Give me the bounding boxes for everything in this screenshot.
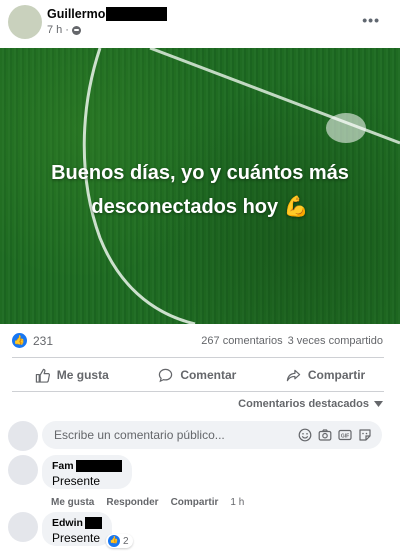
comment-actions: Me gusta Responder Compartir 1 h: [51, 497, 244, 508]
comment-bubble: Fam Presente: [42, 455, 132, 489]
commenter-name-wrap[interactable]: Edwin: [52, 517, 102, 529]
comment-text: Presente: [52, 531, 101, 545]
share-icon: [286, 369, 301, 381]
commenter-name[interactable]: Fam: [52, 460, 74, 472]
comment-input[interactable]: [52, 427, 298, 443]
post-header: Guillermo 7 h · •••: [0, 0, 400, 48]
author-name-wrap[interactable]: Guillermo: [47, 6, 168, 22]
comment-time[interactable]: 1 h: [230, 497, 244, 508]
chevron-down-icon: [374, 401, 383, 407]
globe-icon: [71, 25, 81, 35]
divider: [12, 391, 384, 392]
commenter-name[interactable]: Edwin: [52, 517, 83, 529]
camera-icon[interactable]: [318, 428, 332, 442]
commenter-name-wrap[interactable]: Fam: [52, 460, 122, 472]
post-counts: 267 comentarios 3 veces compartido: [201, 335, 383, 347]
comments-sort-dropdown[interactable]: Comentarios destacados: [238, 398, 383, 410]
comment-composer: GIF: [0, 420, 400, 451]
emoji-icon[interactable]: [298, 428, 312, 442]
comments-count[interactable]: 267 comentarios: [201, 335, 282, 347]
commenter-avatar[interactable]: [8, 512, 38, 542]
comments-sort-label: Comentarios destacados: [238, 398, 369, 410]
gif-icon[interactable]: GIF: [338, 428, 352, 442]
image-caption-line2-text: desconectados hoy: [91, 196, 279, 218]
image-caption-line2: desconectados hoy 💪: [0, 190, 400, 224]
post-actions: Me gusta Comentar Compartir: [0, 361, 400, 389]
commenter-avatar[interactable]: [8, 455, 38, 485]
author-name[interactable]: Guillermo: [47, 7, 105, 21]
redacted-name-block: [106, 7, 168, 21]
reactions-count[interactable]: 231: [33, 334, 53, 348]
comment-box[interactable]: GIF: [42, 421, 382, 449]
like-button-label: Me gusta: [56, 368, 109, 382]
post-time[interactable]: 7 h: [47, 24, 62, 36]
like-icon: [35, 368, 50, 383]
more-options-button[interactable]: •••: [362, 12, 380, 28]
comment-reactions[interactable]: 👍 2: [106, 534, 133, 548]
comment-reply-button[interactable]: Responder: [106, 497, 158, 508]
shares-count[interactable]: 3 veces compartido: [288, 335, 383, 347]
like-button[interactable]: Me gusta: [25, 361, 119, 389]
comment-reaction-count: 2: [123, 535, 129, 547]
image-caption: Buenos días, yo y cuántos más desconecta…: [0, 156, 400, 224]
share-button-label: Compartir: [307, 368, 366, 382]
composer-tools: GIF: [298, 428, 372, 442]
flexed-biceps-emoji: 💪: [283, 196, 309, 218]
comment-share-button[interactable]: Compartir: [171, 497, 219, 508]
redacted-name-block: [84, 517, 102, 529]
comment-icon: [159, 368, 173, 382]
author-avatar[interactable]: [8, 5, 42, 39]
post-meta: 7 h ·: [47, 24, 81, 36]
share-button[interactable]: Compartir: [276, 361, 375, 389]
comment-button[interactable]: Comentar: [148, 361, 246, 389]
divider: [12, 357, 384, 358]
sticker-icon[interactable]: [358, 428, 372, 442]
reactions-bar: 👍 231 267 comentarios 3 veces compartido: [0, 330, 400, 352]
like-reaction-icon[interactable]: 👍: [12, 333, 27, 348]
current-user-avatar: [8, 421, 38, 451]
image-caption-line1: Buenos días, yo y cuántos más: [51, 162, 349, 184]
comment-button-label: Comentar: [180, 368, 237, 382]
like-reaction-icon: 👍: [108, 535, 120, 547]
comment-text: Presente: [52, 474, 101, 488]
post-image[interactable]: Buenos días, yo y cuántos más desconecta…: [0, 48, 400, 324]
comment-bubble: Edwin Presente: [42, 512, 112, 546]
comment-like-button[interactable]: Me gusta: [51, 497, 94, 508]
svg-text:GIF: GIF: [341, 433, 349, 439]
redacted-name-block: [75, 460, 122, 472]
